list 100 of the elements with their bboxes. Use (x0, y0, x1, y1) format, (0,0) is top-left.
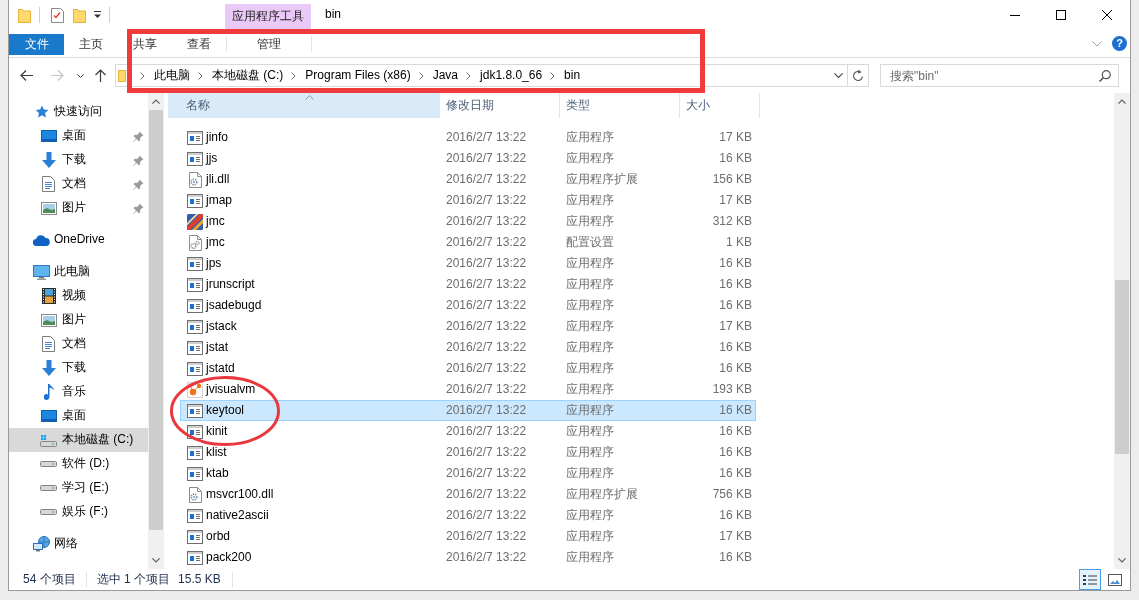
file-name: jps (206, 255, 222, 272)
file-name: jrunscript (206, 276, 255, 293)
file-row[interactable]: jvisualvm 2016/2/7 13:22 应用程序 193 KB (180, 379, 756, 400)
ribbon-tab[interactable]: 主页 (64, 34, 118, 55)
ribbon-tab[interactable]: 管理 (226, 36, 312, 52)
file-row[interactable]: jstat 2016/2/7 13:22 应用程序 16 KB (180, 337, 756, 358)
scrollbar-track[interactable] (1114, 93, 1130, 569)
application-icon (187, 361, 203, 376)
file-name: keytool (206, 402, 245, 419)
ribbon-tab[interactable]: 共享 (118, 34, 172, 55)
maximize-icon (1056, 10, 1066, 20)
breadcrumb-item[interactable]: 本地磁盘 (C:) (212, 67, 284, 84)
file-row[interactable]: jstatd 2016/2/7 13:22 应用程序 16 KB (180, 358, 756, 379)
modified-date: 2016/2/7 13:22 (446, 192, 527, 207)
chevron-down-icon[interactable] (77, 73, 84, 78)
modified-date: 2016/2/7 13:22 (446, 129, 527, 144)
nav-item[interactable]: 娱乐 (F:) (9, 500, 148, 524)
file-size: 16 KB (719, 423, 752, 438)
nav-item[interactable]: 此电脑 (9, 260, 148, 284)
desktop-icon (40, 130, 57, 142)
file-row[interactable]: jli.dll 2016/2/7 13:22 应用程序扩展 156 KB (180, 169, 756, 190)
scroll-down-icon[interactable] (152, 558, 160, 563)
nav-item[interactable]: 下载 (9, 356, 148, 380)
checklist-icon[interactable] (51, 7, 64, 23)
chevron-down-icon[interactable] (834, 73, 843, 78)
file-row[interactable]: jmc 2016/2/7 13:22 配置设置 1 KB (180, 232, 756, 253)
nav-item[interactable]: 下载 (9, 148, 148, 172)
file-name: jstat (206, 339, 228, 356)
search-field[interactable]: 搜索"bin" (880, 64, 1119, 87)
chevron-right-icon[interactable] (198, 71, 203, 80)
nav-item[interactable]: 图片 (9, 196, 148, 220)
breadcrumb-item[interactable]: 此电脑 (154, 67, 190, 84)
nav-item[interactable]: 学习 (E:) (9, 476, 148, 500)
file-row[interactable]: jmap 2016/2/7 13:22 应用程序 17 KB (180, 190, 756, 211)
scrollbar-thumb[interactable] (149, 110, 163, 530)
chevron-right-icon[interactable] (291, 71, 297, 80)
file-type: 应用程序 (566, 360, 614, 375)
details-view-button[interactable] (1079, 569, 1101, 590)
scroll-down-icon[interactable] (1118, 558, 1126, 563)
breadcrumb-item[interactable]: Program Files (x86) (305, 67, 411, 84)
breadcrumb-item[interactable]: bin (564, 67, 581, 84)
nav-item[interactable]: 音乐 (9, 380, 148, 404)
scroll-up-icon[interactable] (1118, 99, 1126, 104)
breadcrumb-item[interactable]: Java (432, 67, 459, 84)
file-row[interactable]: keytool 2016/2/7 13:22 应用程序 16 KB (180, 400, 756, 421)
scrollbar-thumb[interactable] (1115, 280, 1129, 454)
scrollbar-track[interactable] (148, 93, 164, 569)
gear-file-icon (188, 171, 202, 188)
nav-item[interactable]: 快速访问 (9, 100, 148, 124)
nav-item[interactable]: OneDrive (9, 228, 148, 252)
file-type: 应用程序 (566, 297, 614, 312)
file-row[interactable]: ktab 2016/2/7 13:22 应用程序 16 KB (180, 463, 756, 484)
picture-icon (40, 201, 57, 215)
file-row[interactable]: orbd 2016/2/7 13:22 应用程序 17 KB (180, 526, 756, 547)
file-row[interactable]: jrunscript 2016/2/7 13:22 应用程序 16 KB (180, 274, 756, 295)
file-size: 16 KB (719, 549, 752, 564)
up-arrow-icon[interactable] (95, 69, 106, 82)
file-size: 16 KB (719, 402, 752, 417)
nav-item[interactable]: 文档 (9, 172, 148, 196)
breadcrumb-item[interactable]: jdk1.8.0_66 (480, 67, 543, 84)
file-row[interactable]: jinfo 2016/2/7 13:22 应用程序 17 KB (180, 127, 756, 148)
application-icon (187, 403, 203, 418)
application-icon (187, 130, 203, 145)
scroll-up-icon[interactable] (152, 99, 160, 104)
file-row[interactable]: klist 2016/2/7 13:22 应用程序 16 KB (180, 442, 756, 463)
chevron-right-icon[interactable] (140, 71, 145, 80)
modified-date: 2016/2/7 13:22 (446, 549, 527, 564)
nav-item[interactable]: 图片 (9, 308, 148, 332)
refresh-button[interactable] (848, 64, 869, 87)
file-size: 17 KB (719, 318, 752, 333)
file-row[interactable]: jsadebugd 2016/2/7 13:22 应用程序 16 KB (180, 295, 756, 316)
file-row[interactable]: native2ascii 2016/2/7 13:22 应用程序 16 KB (180, 505, 756, 526)
chevron-right-icon[interactable] (466, 71, 472, 80)
file-row[interactable]: pack200 2016/2/7 13:22 应用程序 16 KB (180, 547, 756, 568)
file-row[interactable]: jstack 2016/2/7 13:22 应用程序 17 KB (180, 316, 756, 337)
file-menu-button[interactable]: 文件 (9, 34, 64, 55)
nav-item[interactable]: 网络 (9, 532, 148, 556)
file-row[interactable]: msvcr100.dll 2016/2/7 13:22 应用程序扩展 756 KB (180, 484, 756, 505)
back-icon[interactable] (20, 70, 33, 81)
chevron-right-icon[interactable] (418, 71, 424, 80)
nav-item[interactable]: 桌面 (9, 124, 148, 148)
file-row[interactable]: jjs 2016/2/7 13:22 应用程序 16 KB (180, 148, 756, 169)
nav-item[interactable]: 桌面 (9, 404, 148, 428)
file-row[interactable]: kinit 2016/2/7 13:22 应用程序 16 KB (180, 421, 756, 442)
column-header[interactable]: 名称 (168, 93, 440, 118)
modified-date: 2016/2/7 13:22 (446, 276, 527, 291)
file-name: ktab (206, 465, 229, 482)
nav-item[interactable]: 本地磁盘 (C:) (9, 428, 148, 452)
address-bar[interactable]: 此电脑 本地磁盘 (C:) Program Files (x86) Java jdk1.8.0_66 bin (115, 64, 848, 87)
file-row[interactable]: jps 2016/2/7 13:22 应用程序 16 KB (180, 253, 756, 274)
ribbon-tab[interactable]: 查看 (172, 34, 226, 55)
file-row[interactable]: jmc 2016/2/7 13:22 应用程序 312 KB (180, 211, 756, 232)
nav-item[interactable]: 软件 (D:) (9, 452, 148, 476)
chevron-right-icon[interactable] (550, 71, 556, 80)
nav-item[interactable]: 视频 (9, 284, 148, 308)
file-name: jmc (206, 234, 225, 251)
help-button[interactable]: ? (1112, 36, 1127, 51)
search-icon[interactable] (1099, 69, 1111, 82)
dropdown-icon[interactable] (94, 11, 101, 19)
nav-item[interactable]: 文档 (9, 332, 148, 356)
